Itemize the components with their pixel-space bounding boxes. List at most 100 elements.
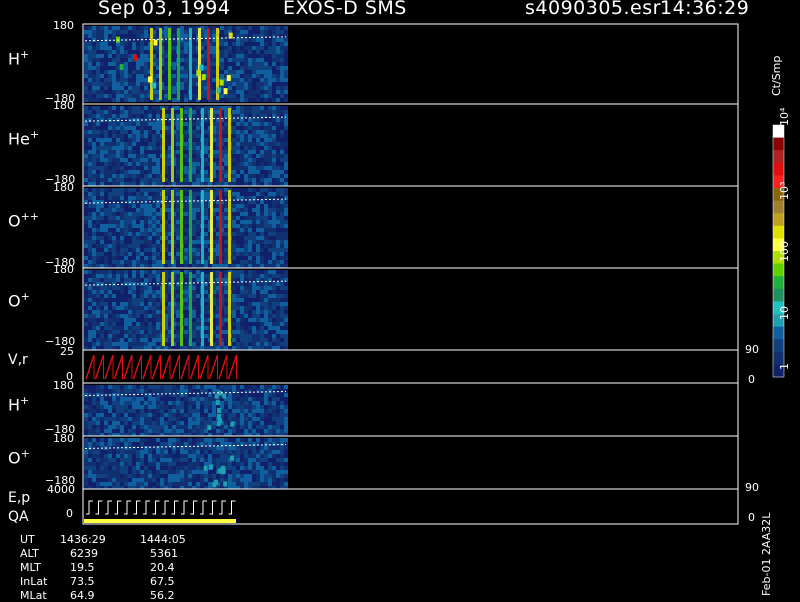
spectrogram-cell (172, 42, 176, 46)
spectrogram-cell (184, 409, 188, 413)
spectrogram-cell (116, 385, 120, 389)
spectrogram-cell (196, 405, 200, 409)
spectrogram-cell (248, 236, 252, 240)
spectrogram-cell (264, 290, 268, 294)
spectrogram-cell (272, 150, 276, 154)
spectrogram-cell (228, 417, 232, 421)
spectrogram-cell (120, 134, 124, 138)
spectrogram-cell (264, 338, 268, 342)
spectrogram-cell (104, 346, 108, 350)
spectrogram-cell (268, 314, 272, 318)
spectrogram-cell (208, 397, 212, 401)
spectrogram-cell (244, 405, 248, 409)
spectrogram-cell (88, 240, 92, 244)
spectrogram-cell (120, 244, 124, 248)
spectrogram-cell (112, 26, 116, 30)
spectrogram-cell (196, 114, 200, 118)
spectrogram-cell (204, 114, 208, 118)
spectrogram-cell (196, 334, 200, 338)
spectrogram-cell (276, 397, 280, 401)
spectrogram-cell (124, 442, 128, 446)
spectrogram-cell (240, 66, 244, 70)
spectrogram-cell (148, 208, 152, 212)
spectrogram-cell (180, 70, 184, 74)
spectrogram-cell (112, 212, 116, 216)
spectrogram-cell (224, 46, 228, 50)
spectrogram-cell (132, 385, 136, 389)
spectrogram-patch (115, 36, 120, 43)
spectrogram-cell (144, 318, 148, 322)
spectrogram-cell (96, 90, 100, 94)
spectrogram-cell (140, 413, 144, 417)
spectrogram-cell (88, 318, 92, 322)
spectrogram-cell (244, 204, 248, 208)
spectrogram-cell (148, 146, 152, 150)
spectrogram-cell (116, 314, 120, 318)
spectrogram-cell (256, 314, 260, 318)
spectrogram-cell (88, 338, 92, 342)
spectrogram-cell (268, 142, 272, 146)
spectrogram-cell (268, 162, 272, 166)
spectrogram-cell (196, 162, 200, 166)
spectrogram-cell (104, 236, 108, 240)
spectrogram-cell (284, 294, 288, 298)
spectrogram-cell (260, 150, 264, 154)
spectrogram-cell (184, 264, 188, 268)
spectrogram-cell (140, 248, 144, 252)
spectrogram-cell (228, 98, 232, 102)
spectrogram-cell (140, 244, 144, 248)
spectrogram-cell (264, 106, 268, 110)
spectrogram-cell (276, 110, 280, 114)
spectrogram-cell (144, 94, 148, 98)
spectrogram-cell (248, 413, 252, 417)
spectrogram-cell (236, 232, 240, 236)
spectrogram-cell (100, 34, 104, 38)
spectrogram-cell (132, 236, 136, 240)
spectrogram-cell (204, 130, 208, 134)
spectrogram-cell (148, 204, 152, 208)
spectrogram-cell (200, 385, 204, 389)
spectrogram-cell (264, 286, 268, 290)
spectrogram-cell (132, 34, 136, 38)
spectrogram-cell (184, 42, 188, 46)
spectrogram-cell (100, 110, 104, 114)
spectrogram-cell (260, 228, 264, 232)
spectrogram-cell (192, 429, 196, 433)
spectrogram-patch (147, 76, 152, 83)
spectrogram-cell (88, 62, 92, 66)
spectrogram-cell (236, 286, 240, 290)
spectrogram-cell (276, 248, 280, 252)
spectrogram-cell (212, 26, 216, 30)
spectrogram-cell (116, 170, 120, 174)
spectrogram-cell (204, 166, 208, 170)
spectrogram-cell (104, 150, 108, 154)
spectrogram-cell (152, 220, 156, 224)
spectrogram-cell (108, 450, 112, 454)
spectrogram-cell (252, 298, 256, 302)
spectrogram-cell (268, 38, 272, 42)
spectrogram-cell (188, 405, 192, 409)
spectrogram-cell (92, 54, 96, 58)
spectrogram-cell (244, 286, 248, 290)
spectrogram-cell (264, 166, 268, 170)
spectrogram-cell (84, 385, 88, 389)
spectrogram-cell (224, 98, 228, 102)
spectrogram-cell (100, 264, 104, 268)
spectrogram-cell (108, 166, 112, 170)
spectrogram-cell (256, 298, 260, 302)
spectrogram-cell (204, 188, 208, 192)
spectrogram-cell (88, 322, 92, 326)
spectrogram-cell (284, 282, 288, 286)
spectrogram-cell (120, 204, 124, 208)
spectrogram-cell (124, 26, 128, 30)
spectrogram-cell (240, 334, 244, 338)
spectrogram-cell (284, 326, 288, 330)
spectrogram-cell (240, 134, 244, 138)
spectrogram-cell (248, 224, 252, 228)
spectrogram-cell (280, 130, 284, 134)
spectrogram-cell (248, 54, 252, 58)
spectrogram-cell (96, 42, 100, 46)
spectrogram-cell (252, 146, 256, 150)
spectrogram-cell (96, 326, 100, 330)
spectrogram-cell (212, 66, 216, 70)
